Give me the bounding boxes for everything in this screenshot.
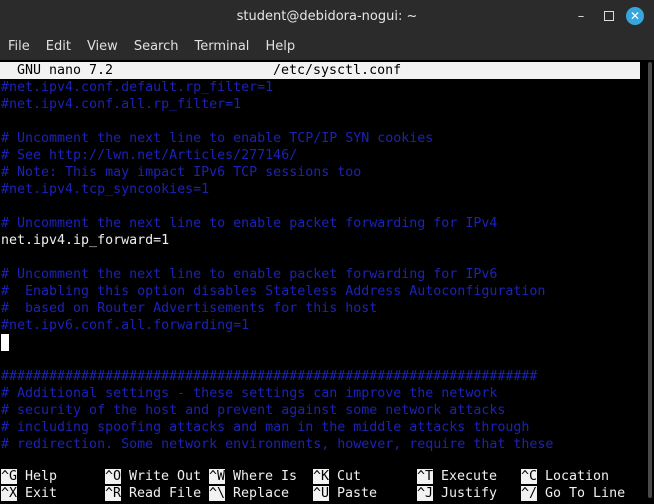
- comment-line: # based on Router Advertisements for thi…: [1, 301, 378, 316]
- shortcut-label: Help: [17, 469, 58, 484]
- comment-line: ########################################…: [1, 369, 538, 384]
- shortcut-key: ^X: [1, 486, 18, 501]
- shortcut-exit[interactable]: ^X Exit: [1, 485, 57, 502]
- shortcut-key: ^J: [417, 486, 434, 501]
- text-cursor: [1, 334, 9, 351]
- menu-edit[interactable]: Edit: [46, 39, 71, 54]
- shortcut-label: Replace: [225, 486, 290, 501]
- nano-version: GNU nano 7.2: [17, 63, 114, 78]
- shortcut-label: Justify: [433, 486, 498, 501]
- nano-editor[interactable]: GNU nano 7.2 /etc/sysctl.conf #net.ipv4.…: [0, 60, 640, 504]
- comment-line: # Enabling this option disables Stateles…: [1, 284, 546, 299]
- window-title: student@debidora-nogui: ~: [236, 8, 418, 24]
- shortcut-key: ^K: [313, 469, 330, 484]
- config-line: net.ipv4.ip_forward=1: [1, 233, 170, 248]
- shortcut-paste[interactable]: ^U Paste: [313, 485, 377, 502]
- menu-view[interactable]: View: [87, 39, 118, 54]
- minimize-icon[interactable]: –: [572, 7, 590, 25]
- maximize-icon[interactable]: [600, 7, 618, 25]
- menu-terminal[interactable]: Terminal: [194, 39, 249, 54]
- shortcut-label: Where Is: [225, 469, 298, 484]
- shortcut-key: ^W: [209, 469, 226, 484]
- comment-line: # Note: This may impact IPv6 TCP session…: [1, 165, 362, 180]
- shortcut-replace[interactable]: ^\ Replace: [209, 485, 289, 502]
- shortcut-label: Write Out: [121, 469, 202, 484]
- comment-line: #net.ipv4.conf.all.rp_filter=1: [1, 97, 242, 112]
- menu-file[interactable]: File: [8, 39, 30, 54]
- shortcut-read-file[interactable]: ^R Read File: [105, 485, 201, 502]
- shortcut-label: Read File: [121, 486, 202, 501]
- shortcut-help[interactable]: ^G Help: [1, 468, 57, 485]
- shortcut-justify[interactable]: ^J Justify: [417, 485, 497, 502]
- nano-filename: /etc/sysctl.conf: [273, 63, 402, 78]
- shortcut-key: ^\: [209, 486, 226, 501]
- title-bar[interactable]: student@debidora-nogui: ~ – ✕: [0, 0, 654, 32]
- shortcut-label: Paste: [329, 486, 378, 501]
- comment-line: # See http://lwn.net/Articles/277146/: [1, 148, 298, 163]
- comment-line: #net.ipv6.conf.all.forwarding=1: [1, 318, 250, 333]
- comment-line: # Additional settings - these settings c…: [1, 386, 498, 401]
- shortcut-execute[interactable]: ^T Execute: [417, 468, 497, 485]
- minimize-glyph: –: [577, 8, 585, 24]
- shortcut-where-is[interactable]: ^W Where Is: [209, 468, 297, 485]
- shortcut-location[interactable]: ^C Location: [521, 468, 609, 485]
- menu-bar: File Edit View Search Terminal Help: [0, 32, 654, 60]
- menu-help[interactable]: Help: [265, 39, 295, 54]
- comment-line: #net.ipv4.tcp_syncookies=1: [1, 182, 210, 197]
- shortcut-key: ^C: [521, 469, 538, 484]
- close-glyph: ✕: [629, 9, 641, 23]
- shortcut-key: ^T: [417, 469, 434, 484]
- comment-line: # Uncomment the next line to enable pack…: [1, 216, 498, 231]
- shortcut-key: ^G: [1, 469, 18, 484]
- shortcut-go-to-line[interactable]: ^/ Go To Line: [521, 485, 625, 502]
- shortcut-cut[interactable]: ^K Cut: [313, 468, 361, 485]
- menu-search[interactable]: Search: [134, 39, 179, 54]
- shortcut-label: Execute: [433, 469, 498, 484]
- shortcut-label: Location: [537, 469, 610, 484]
- comment-line: # Uncomment the next line to enable TCP/…: [1, 131, 434, 146]
- close-icon[interactable]: ✕: [626, 7, 644, 25]
- shortcut-label: Go To Line: [537, 486, 626, 501]
- comment-line: #net.ipv4.conf.default.rp_filter=1: [1, 80, 274, 95]
- shortcut-key: ^U: [313, 486, 330, 501]
- comment-line: # redirection. Some network environments…: [1, 437, 554, 452]
- terminal-window: student@debidora-nogui: ~ – ✕ File Edit …: [0, 0, 654, 504]
- shortcut-key: ^O: [105, 469, 122, 484]
- shortcut-write-out[interactable]: ^O Write Out: [105, 468, 201, 485]
- shortcut-label: Cut: [329, 469, 362, 484]
- scrollbar-thumb[interactable]: [648, 62, 652, 498]
- nano-header: GNU nano 7.2 /etc/sysctl.conf: [0, 62, 640, 79]
- comment-line: # including spoofing attacks and man in …: [1, 420, 530, 435]
- comment-line: # Uncomment the next line to enable pack…: [1, 267, 498, 282]
- shortcut-key: ^/: [521, 486, 538, 501]
- shortcut-label: Exit: [17, 486, 58, 501]
- comment-line: # security of the host and prevent again…: [1, 403, 506, 418]
- shortcut-key: ^R: [105, 486, 122, 501]
